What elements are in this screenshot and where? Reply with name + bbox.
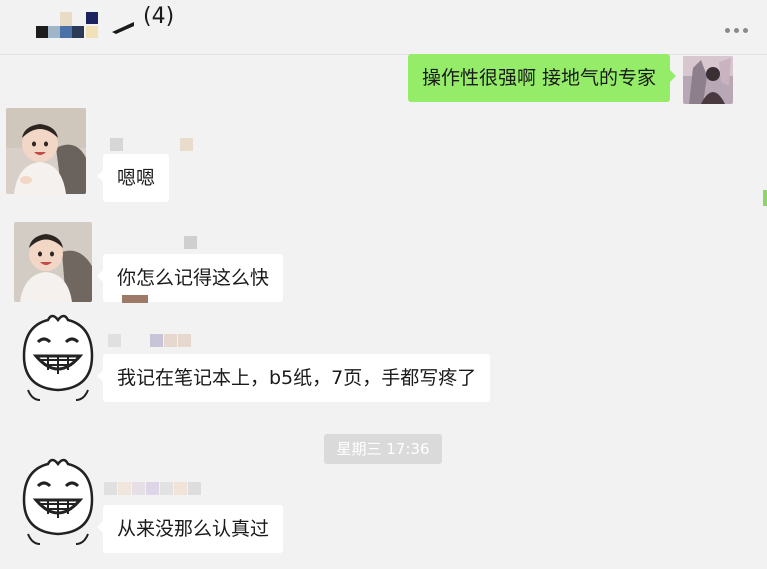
message-bubble[interactable]: 从来没那么认真过 — [96, 505, 284, 553]
cartoon-face-avatar[interactable] — [18, 456, 98, 546]
woman-photo-avatar[interactable] — [683, 56, 733, 104]
group-name-mosaic — [36, 12, 106, 40]
member-count: (4) — [143, 4, 175, 29]
message-bubble[interactable]: 我记在笔记本上，b5纸，7页，手都写疼了 — [96, 354, 491, 402]
toddler-photo-avatar[interactable] — [14, 222, 92, 302]
sender-name-mosaic — [104, 480, 202, 495]
name-blur-shape — [112, 22, 134, 34]
more-dots-icon[interactable] — [725, 18, 753, 33]
scroll-indicator[interactable] — [763, 190, 767, 206]
sender-name-mosaic — [108, 332, 192, 347]
sender-name-mosaic — [110, 136, 194, 151]
time-divider: 星期三 17:36 — [324, 434, 442, 464]
cartoon-face-avatar[interactable] — [18, 312, 98, 402]
message-bubble-self[interactable]: 操作性很强啊 接地气的专家 — [407, 54, 677, 102]
toddler-photo-avatar[interactable] — [6, 108, 86, 194]
bubble-blur-mark — [122, 288, 149, 303]
sender-name-mosaic — [184, 234, 198, 249]
message-bubble[interactable]: 嗯嗯 — [96, 154, 170, 202]
chat-header: (4) — [0, 0, 767, 55]
